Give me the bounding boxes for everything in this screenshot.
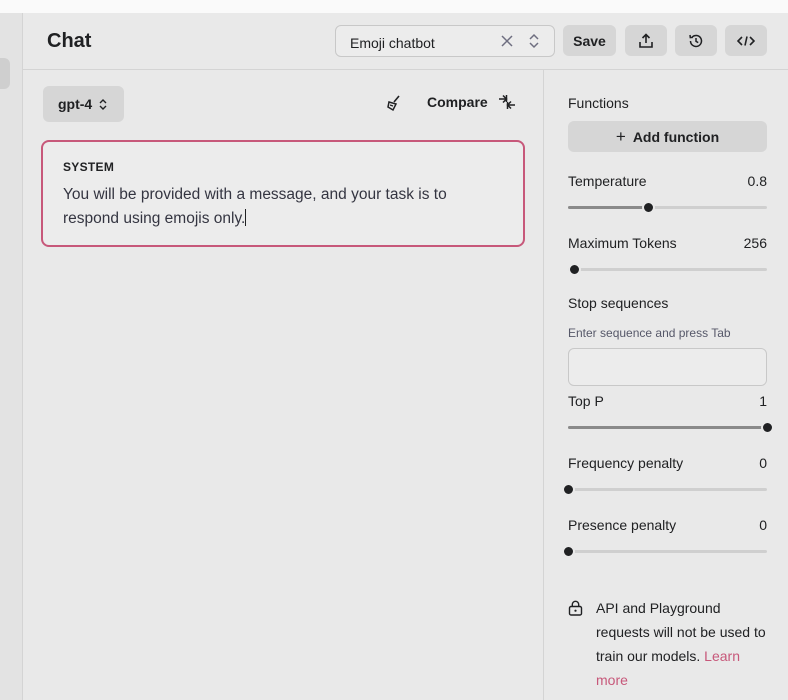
settings-panel: Functions + Add function Temperature 0.8…	[545, 70, 788, 700]
compare-label: Compare	[427, 94, 488, 110]
compare-arrows-icon	[498, 94, 515, 110]
slider-thumb[interactable]	[641, 201, 655, 214]
max-tokens-label: Maximum Tokens	[568, 235, 677, 251]
max-tokens-value[interactable]: 256	[744, 235, 767, 251]
top-strip	[0, 0, 788, 13]
sidebar-collapse-tab[interactable]	[0, 58, 10, 89]
slider-fill	[568, 206, 648, 209]
header: Chat Emoji chatbot Save	[23, 13, 788, 70]
top-p-value[interactable]: 1	[759, 393, 767, 409]
frequency-penalty-slider[interactable]	[562, 483, 767, 496]
slider-thumb[interactable]	[562, 545, 575, 558]
slider-track	[568, 550, 767, 553]
chat-panel: gpt-4 Compare SYSTEM You will be provide…	[23, 70, 544, 700]
temperature-value[interactable]: 0.8	[748, 173, 767, 189]
preset-value: Emoji chatbot	[350, 35, 435, 51]
add-function-button[interactable]: + Add function	[568, 121, 767, 152]
lock-icon	[568, 600, 583, 616]
stop-sequences-hint: Enter sequence and press Tab	[568, 326, 731, 340]
plus-icon: +	[615, 126, 626, 146]
system-message-box[interactable]: SYSTEM You will be provided with a messa…	[41, 140, 525, 247]
temperature-slider[interactable]	[568, 201, 767, 214]
model-value: gpt-4	[58, 96, 93, 112]
chevron-updown-icon	[529, 33, 539, 49]
frequency-penalty-label: Frequency penalty	[568, 455, 684, 471]
top-p-label: Top P	[568, 393, 604, 409]
save-button[interactable]: Save	[563, 25, 616, 56]
slider-thumb[interactable]	[567, 263, 581, 276]
share-icon	[639, 32, 653, 48]
preset-select[interactable]: Emoji chatbot	[335, 25, 555, 57]
left-sidebar-rail	[0, 13, 23, 700]
slider-track	[568, 488, 767, 491]
presence-penalty-label: Presence penalty	[568, 517, 677, 533]
history-icon	[689, 34, 703, 47]
code-icon	[737, 35, 755, 46]
share-button[interactable]	[625, 25, 667, 56]
notice-text: API and Playground requests will not be …	[596, 600, 766, 664]
page-title: Chat	[47, 30, 92, 52]
text-caret	[245, 209, 247, 226]
slider-track	[568, 268, 767, 271]
temperature-label: Temperature	[568, 173, 647, 189]
system-label: SYSTEM	[63, 160, 115, 174]
max-tokens-slider[interactable]	[567, 263, 767, 276]
slider-thumb[interactable]	[562, 483, 575, 496]
clear-broom-icon[interactable]	[385, 94, 403, 112]
add-function-label: Add function	[632, 128, 720, 145]
slider-thumb[interactable]	[761, 421, 774, 434]
playground-main: Chat Emoji chatbot Save gpt-4 Compare SY…	[23, 13, 788, 700]
notice-text-block: API and Playground requests will not be …	[596, 596, 771, 692]
model-select[interactable]: gpt-4	[43, 86, 124, 122]
functions-label: Functions	[568, 95, 629, 111]
stop-sequences-label: Stop sequences	[568, 295, 669, 311]
view-code-button[interactable]	[725, 25, 767, 56]
system-text-input[interactable]: You will be provided with a message, and…	[63, 183, 503, 231]
slider-fill	[568, 426, 767, 429]
compare-button[interactable]: Compare	[427, 94, 516, 110]
chevron-updown-icon	[99, 98, 107, 110]
system-text: You will be provided with a message, and…	[63, 186, 447, 227]
frequency-penalty-value[interactable]: 0	[759, 455, 767, 471]
history-button[interactable]	[675, 25, 717, 56]
stop-sequences-input[interactable]	[568, 348, 767, 386]
top-p-slider[interactable]	[568, 421, 774, 434]
presence-penalty-value[interactable]: 0	[759, 517, 767, 533]
clear-preset-icon[interactable]	[499, 33, 515, 49]
presence-penalty-slider[interactable]	[562, 545, 767, 558]
